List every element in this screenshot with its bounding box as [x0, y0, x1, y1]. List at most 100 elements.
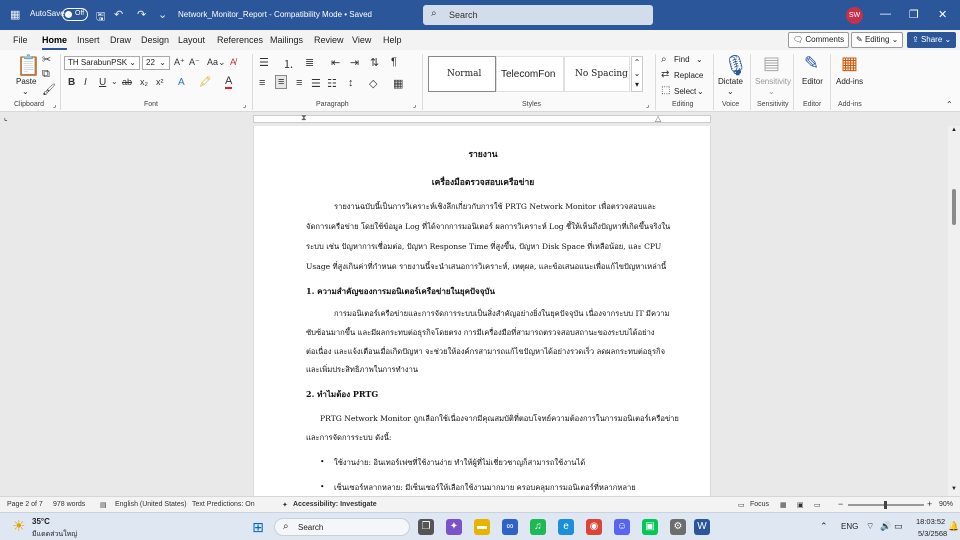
- add-ins-icon[interactable]: ▦: [841, 53, 858, 74]
- borders-icon[interactable]: ▦: [393, 77, 403, 90]
- maximize-icon[interactable]: ❐: [909, 8, 919, 21]
- minimize-icon[interactable]: —: [880, 8, 891, 20]
- web-layout-icon[interactable]: ▭: [814, 501, 821, 509]
- align-right-icon[interactable]: ≡: [296, 77, 302, 89]
- scroll-down-icon[interactable]: ▼: [951, 486, 957, 492]
- visual-studio-icon[interactable]: ∞: [502, 519, 518, 535]
- tab-references[interactable]: References: [217, 35, 263, 45]
- notification-bell-icon[interactable]: 🔔: [948, 521, 959, 532]
- settings-icon[interactable]: ⚙: [670, 519, 686, 535]
- weather-text[interactable]: มีแดดส่วนใหญ่: [32, 529, 77, 540]
- paste-dropdown-icon[interactable]: ⌄: [22, 87, 29, 96]
- change-case-icon[interactable]: Aa⌄: [207, 57, 226, 68]
- clear-formatting-icon[interactable]: A̸: [230, 57, 236, 67]
- start-icon[interactable]: ⊞: [250, 519, 266, 535]
- decrease-indent-icon[interactable]: ⇤: [331, 56, 340, 69]
- input-language[interactable]: ENG: [841, 522, 858, 531]
- print-layout-icon[interactable]: ▣: [797, 501, 804, 509]
- weather-icon[interactable]: ☀: [12, 517, 25, 535]
- read-mode-icon[interactable]: ▦: [780, 501, 787, 509]
- paragraph-launcher-icon[interactable]: ⌟: [413, 101, 416, 109]
- zoom-level[interactable]: 90%: [939, 501, 953, 508]
- weather-temp[interactable]: 35°C: [32, 517, 50, 526]
- clock-date[interactable]: 5/3/2568: [918, 529, 947, 538]
- highlight-icon[interactable]: 🖍: [199, 77, 212, 88]
- task-view-icon[interactable]: ❐: [418, 519, 434, 535]
- undo-icon[interactable]: ↶: [114, 8, 123, 21]
- align-left-icon[interactable]: ≡: [259, 77, 265, 89]
- find-icon[interactable]: ⌕: [661, 54, 667, 65]
- file-explorer-icon[interactable]: ▬: [474, 519, 490, 535]
- copy-icon[interactable]: ⧉: [42, 68, 50, 81]
- tab-layout[interactable]: Layout: [178, 35, 205, 45]
- superscript-icon[interactable]: x²: [156, 77, 164, 87]
- clock-time[interactable]: 18:03:52: [916, 517, 945, 526]
- scroll-up-icon[interactable]: ▲: [951, 127, 957, 133]
- find-label[interactable]: Find: [674, 55, 690, 64]
- editor-button-label[interactable]: Editor: [802, 77, 823, 86]
- bullets-icon[interactable]: ☰: [259, 56, 269, 69]
- find-dropdown-icon[interactable]: ⌄: [696, 55, 703, 64]
- sensitivity-icon[interactable]: ▤: [763, 53, 780, 74]
- edge-icon[interactable]: e: [558, 519, 574, 535]
- numbering-icon[interactable]: ⒈: [283, 56, 294, 72]
- word-count[interactable]: 978 words: [53, 501, 85, 508]
- zoom-in-icon[interactable]: +: [927, 499, 932, 509]
- zoom-out-icon[interactable]: −: [838, 499, 843, 509]
- customize-toolbar-icon[interactable]: ⌄: [158, 8, 167, 21]
- dictate-label[interactable]: Dictate: [718, 77, 743, 86]
- collapse-ribbon-icon[interactable]: ⌃: [946, 100, 953, 109]
- accessibility-status[interactable]: Accessibility: Investigate: [293, 501, 377, 508]
- select-icon[interactable]: ⬚: [661, 85, 670, 96]
- focus-button[interactable]: Focus: [750, 501, 769, 508]
- tab-review[interactable]: Review: [314, 35, 344, 45]
- indent-marker-icon[interactable]: ⧗: [301, 113, 307, 123]
- tab-insert[interactable]: Insert: [77, 35, 100, 45]
- document-area[interactable]: รายงาน เครื่องมือตรวจสอบเครือข่าย รายงาน…: [0, 126, 948, 496]
- format-painter-icon[interactable]: 🖌: [42, 83, 56, 96]
- style-no-spacing[interactable]: No Spacing: [564, 56, 630, 92]
- scrollbar-thumb[interactable]: [952, 189, 956, 225]
- editor-icon[interactable]: ✎: [804, 53, 819, 74]
- line-spacing-icon[interactable]: ↕: [348, 77, 354, 89]
- grow-font-icon[interactable]: A⁺: [174, 57, 185, 68]
- add-ins-button-label[interactable]: Add-ins: [836, 77, 863, 86]
- user-avatar[interactable]: SW: [846, 7, 863, 24]
- font-color-icon[interactable]: A: [225, 76, 233, 89]
- battery-icon[interactable]: ▭: [894, 521, 903, 532]
- tab-design[interactable]: Design: [141, 35, 169, 45]
- save-icon[interactable]: 🖫: [96, 8, 105, 27]
- replace-icon[interactable]: ⇄: [661, 69, 669, 80]
- paste-label[interactable]: Paste: [16, 77, 36, 86]
- shading-icon[interactable]: ◇: [369, 77, 377, 90]
- comments-button[interactable]: 🗨 Comments: [788, 32, 850, 48]
- styles-launcher-icon[interactable]: ⌟: [646, 101, 649, 109]
- word-app-icon[interactable]: ▦: [10, 8, 20, 21]
- sensitivity-dropdown-icon[interactable]: ⌄: [768, 87, 775, 96]
- increase-indent-icon[interactable]: ⇥: [350, 56, 359, 69]
- tab-selector-icon[interactable]: ⌞: [4, 113, 8, 122]
- style-normal[interactable]: Normal: [428, 56, 496, 92]
- paste-icon[interactable]: 📋: [16, 53, 41, 78]
- page-count[interactable]: Page 2 of 7: [7, 501, 43, 508]
- discord-icon[interactable]: ☺: [614, 519, 630, 535]
- show-formatting-icon[interactable]: ¶: [391, 56, 397, 68]
- accessibility-icon[interactable]: ✦: [282, 501, 288, 509]
- select-label[interactable]: Select: [674, 87, 696, 96]
- zoom-slider[interactable]: [848, 501, 924, 509]
- align-center-icon[interactable]: ≡: [275, 75, 288, 89]
- copilot-icon[interactable]: ✦: [446, 519, 462, 535]
- zoom-slider-knob[interactable]: [884, 501, 887, 509]
- autosave-toggle[interactable]: Off: [62, 8, 88, 21]
- tab-mailings[interactable]: Mailings: [270, 35, 303, 45]
- underline-icon[interactable]: U: [99, 77, 106, 88]
- sort-icon[interactable]: ⇅: [370, 56, 379, 69]
- font-launcher-icon[interactable]: ⌟: [243, 101, 246, 109]
- sensitivity-button-label[interactable]: Sensitivity: [755, 77, 791, 86]
- tab-view[interactable]: View: [352, 35, 371, 45]
- text-effects-icon[interactable]: A: [178, 77, 185, 88]
- tray-chevron-icon[interactable]: ⌃: [820, 521, 828, 532]
- tab-home[interactable]: Home: [42, 35, 68, 50]
- taskbar-search[interactable]: ⌕ Search: [274, 518, 410, 536]
- proofing-icon[interactable]: ▤: [100, 501, 107, 509]
